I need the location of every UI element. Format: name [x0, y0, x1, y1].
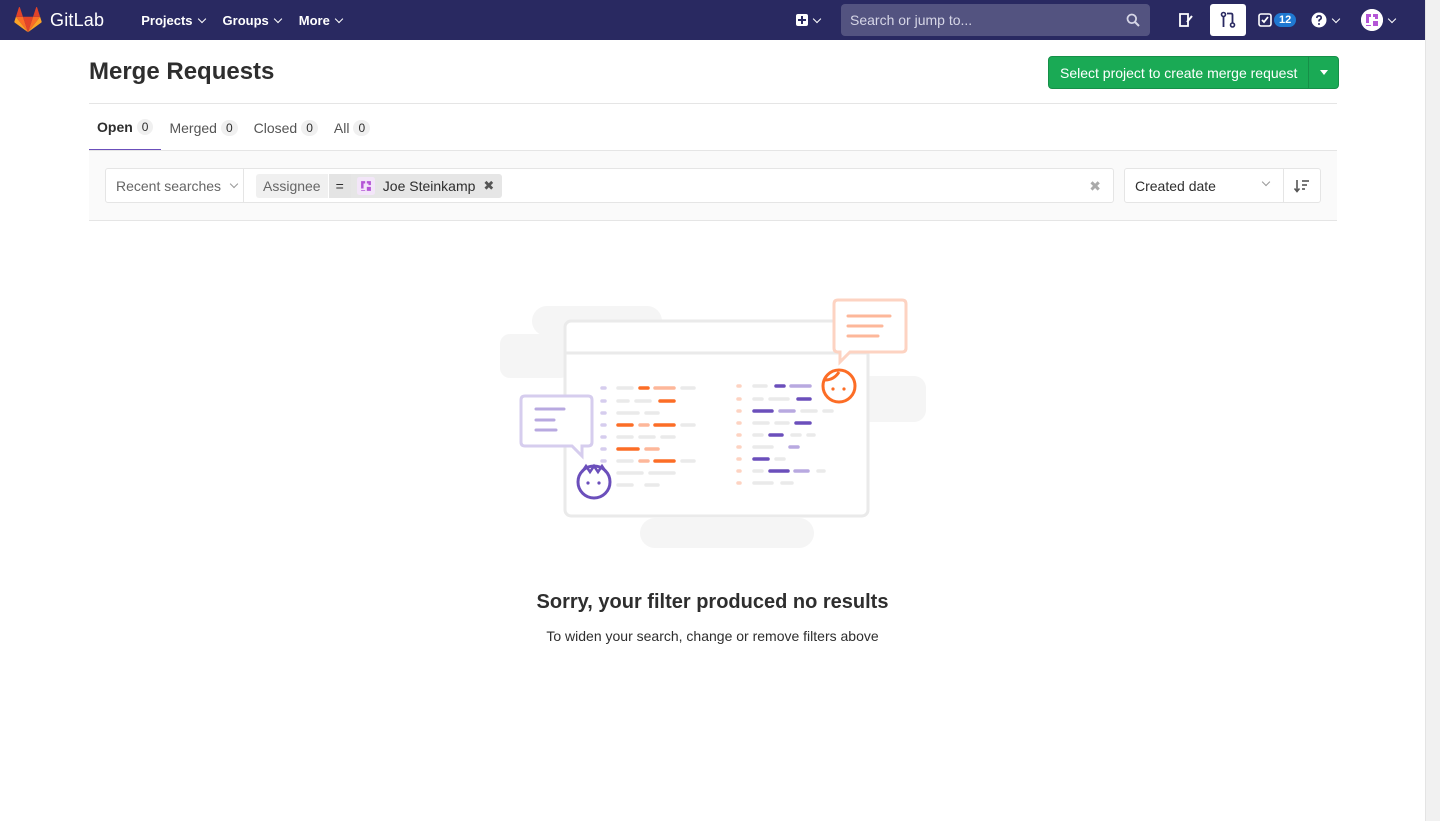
tab-all[interactable]: All 0: [326, 104, 378, 151]
chevron-down-icon: [273, 14, 283, 23]
search-placeholder: Search or jump to...: [850, 12, 973, 28]
chevron-down-icon: [334, 14, 344, 23]
token-value: Joe Steinkamp ✖: [350, 173, 503, 198]
tanuki-icon: [14, 7, 42, 33]
chevron-down-icon: [812, 14, 822, 23]
clear-search-icon[interactable]: ✖: [1089, 178, 1101, 195]
nav-groups-label: Groups: [222, 12, 269, 28]
merge-request-icon: [1220, 11, 1236, 28]
tab-open-count: 0: [136, 118, 154, 135]
token-value-text: Joe Steinkamp: [382, 177, 476, 194]
merge-requests-button[interactable]: [1210, 4, 1246, 36]
chevron-down-icon: [197, 14, 206, 23]
nav-groups[interactable]: Groups: [214, 0, 290, 40]
empty-state-title: Sorry, your filter produced no results: [536, 591, 889, 613]
token-name: Assignee: [256, 173, 328, 198]
chevron-down-icon: [1387, 14, 1397, 23]
sort-label: Created date: [1135, 177, 1216, 194]
scrollbar[interactable]: [1425, 0, 1440, 821]
recent-searches-dropdown[interactable]: Recent searches: [106, 169, 244, 202]
user-avatar: [1361, 9, 1383, 31]
help-button[interactable]: [1311, 4, 1341, 36]
filter-token[interactable]: Assignee = Joe Steinkamp ✖: [244, 169, 503, 202]
empty-state-illustration: [500, 298, 926, 548]
tab-all-label: All: [333, 119, 350, 136]
remove-token-icon[interactable]: ✖: [483, 178, 494, 194]
tab-closed-count: 0: [301, 119, 318, 136]
main-nav: Projects Groups More: [132, 0, 351, 40]
chevron-down-icon: [1261, 177, 1271, 187]
state-tabs: Open 0 Merged 0 Closed 0 All 0: [89, 104, 378, 151]
issues-icon: [1179, 13, 1193, 27]
filtered-search-box[interactable]: Recent searches Assignee = Joe Steinkamp…: [105, 168, 1114, 203]
tab-open[interactable]: Open 0: [89, 104, 162, 151]
search-icon: [1126, 13, 1140, 27]
nav-projects-label: Projects: [141, 12, 193, 28]
todo-check-icon: [1258, 13, 1272, 27]
tab-merged-count: 0: [220, 119, 238, 136]
assignee-avatar: [356, 176, 375, 195]
create-merge-request-label[interactable]: Select project to create merge request: [1049, 57, 1308, 88]
sort-dropdown[interactable]: Created date: [1124, 168, 1284, 203]
nav-more[interactable]: More: [290, 0, 351, 40]
chevron-down-icon: [1331, 14, 1341, 23]
tab-merged-label: Merged: [169, 119, 217, 136]
todos-count-badge: 12: [1274, 13, 1297, 27]
tab-all-count: 0: [353, 119, 371, 136]
create-dropdown-toggle[interactable]: [1308, 57, 1338, 88]
tab-merged[interactable]: Merged 0: [161, 104, 245, 151]
page-title: Merge Requests: [89, 58, 275, 85]
tab-open-label: Open: [97, 118, 133, 135]
sort-direction-button[interactable]: [1283, 168, 1321, 203]
gitlab-logo[interactable]: GitLab: [14, 0, 104, 40]
new-dropdown-button[interactable]: [790, 0, 826, 40]
tab-closed-label: Closed: [253, 119, 298, 136]
create-merge-request-button[interactable]: Select project to create merge request: [1048, 56, 1340, 89]
sort-descending-icon: [1294, 179, 1309, 193]
todos-button[interactable]: 12: [1258, 4, 1297, 36]
chevron-down-icon: [229, 179, 239, 189]
caret-down-icon: [1319, 70, 1328, 75]
filter-bar: Recent searches Assignee = Joe Steinkamp…: [89, 151, 1337, 221]
app-name: GitLab: [50, 9, 105, 30]
question-circle-icon: [1311, 12, 1327, 28]
plus-square-icon: [796, 14, 808, 26]
issues-button[interactable]: [1178, 4, 1194, 36]
top-navbar: GitLab Projects Groups More Search or ju…: [0, 0, 1425, 40]
tab-closed[interactable]: Closed 0: [246, 104, 326, 151]
search-input[interactable]: Search or jump to...: [841, 4, 1150, 36]
nav-projects[interactable]: Projects: [132, 0, 213, 40]
user-menu-button[interactable]: [1361, 4, 1397, 36]
empty-state-subtitle: To widen your search, change or remove f…: [546, 628, 879, 644]
nav-right: Search or jump to... 12: [790, 0, 1397, 40]
recent-searches-label: Recent searches: [116, 177, 222, 194]
token-operator: =: [328, 173, 351, 198]
nav-more-label: More: [298, 12, 330, 28]
